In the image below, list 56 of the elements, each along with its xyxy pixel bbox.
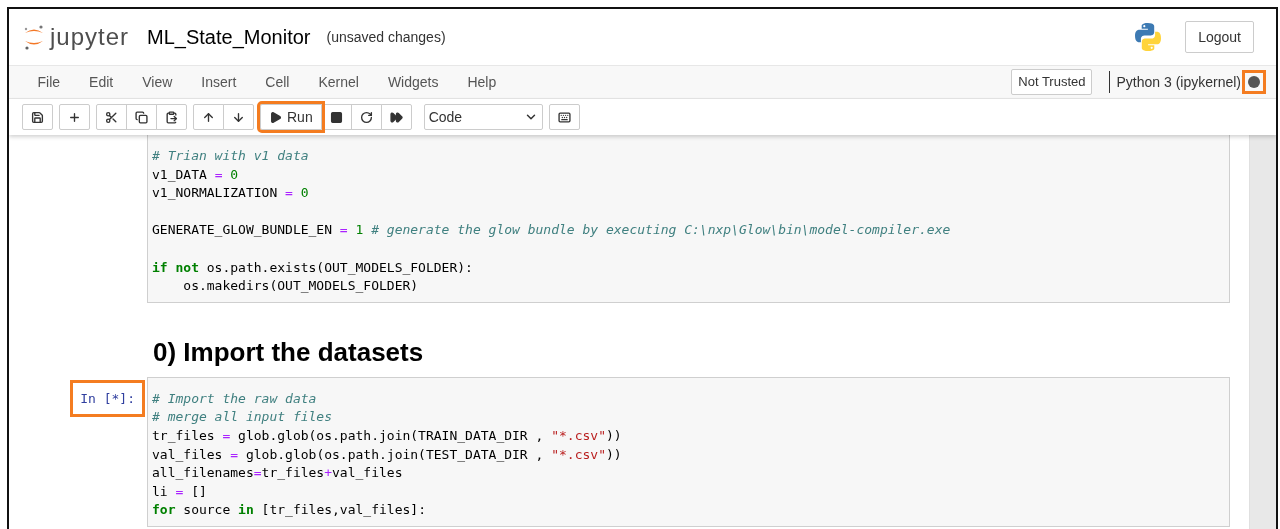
menu-item[interactable]: Widgets xyxy=(373,71,453,93)
code-line: v1_DATA = 0 xyxy=(152,165,239,184)
code-line: li = [] xyxy=(152,482,207,501)
restart-button[interactable] xyxy=(350,104,382,130)
paste-icon xyxy=(165,110,178,124)
code-line: val_files = glob.glob(os.path.join(TEST_DATA_DIR , "*.csv")) xyxy=(152,445,622,464)
code-line: # Trian with v1 data xyxy=(152,147,309,165)
save-icon xyxy=(31,110,44,124)
code-line: # merge all input files xyxy=(152,408,332,427)
menu-item[interactable]: Kernel xyxy=(303,71,374,93)
copy-icon xyxy=(135,110,148,124)
menu-item[interactable]: View xyxy=(127,71,187,93)
code-line: # Import the raw data xyxy=(152,389,317,408)
scrollbar-track[interactable] xyxy=(1249,135,1276,529)
restart-icon xyxy=(359,110,373,124)
fast-forward-icon xyxy=(389,110,403,124)
paste-button[interactable] xyxy=(156,104,187,130)
run-button[interactable]: Run xyxy=(260,104,322,130)
run-all-button[interactable] xyxy=(380,104,412,130)
code-cell-editor[interactable] xyxy=(147,376,1230,527)
save-status: (unsaved changes) xyxy=(326,27,446,47)
play-icon xyxy=(269,110,282,124)
code-line: tr_files = glob.glob(os.path.join(TRAIN_DATA_DIR , "*.csv")) xyxy=(152,426,622,445)
menu-item[interactable]: Insert xyxy=(186,71,251,93)
menu-item[interactable]: Edit xyxy=(74,71,128,93)
copy-button[interactable] xyxy=(126,104,157,130)
scissors-icon xyxy=(105,110,118,124)
add-cell-button[interactable] xyxy=(59,104,90,130)
code-cell-editor[interactable] xyxy=(147,135,1230,303)
keyboard-icon xyxy=(557,110,571,124)
logout-button[interactable]: Logout xyxy=(1185,21,1254,53)
code-line: GENERATE_GLOW_BUNDLE_EN = 1 # generate the glow bundle by executing C:\nxp\Glow\bin\model-compiler.exe xyxy=(152,221,951,240)
menu-item[interactable]: Help xyxy=(452,71,511,93)
cut-button[interactable] xyxy=(96,104,127,130)
plus-icon xyxy=(68,110,81,124)
notebook-title[interactable]: ML_State_Monitor xyxy=(147,22,311,52)
input-prompt: In [*]: xyxy=(73,382,142,415)
cell-type-select[interactable]: Code xyxy=(423,104,543,130)
code-line: if not os.path.exists(OUT_MODELS_FOLDER): xyxy=(152,258,473,277)
move-up-button[interactable] xyxy=(193,104,224,130)
code-line: all_filenames=tr_files+val_files xyxy=(152,464,403,483)
arrow-down-icon xyxy=(232,110,245,124)
keyboard-button[interactable] xyxy=(548,104,580,130)
section-heading: 0) Import the datasets xyxy=(153,335,425,369)
code-line: v1_NORMALIZATION = 0 xyxy=(152,184,309,203)
move-down-button[interactable] xyxy=(223,104,254,130)
trust-indicator[interactable]: Not Trusted xyxy=(1011,69,1093,95)
code-line: os.makedirs(OUT_MODELS_FOLDER) xyxy=(182,277,419,296)
save-button[interactable] xyxy=(22,104,53,130)
jupyter-wordmark[interactable]: jupyter xyxy=(50,19,130,55)
menu-item[interactable]: Cell xyxy=(250,71,304,93)
menu-item[interactable]: File xyxy=(23,71,75,93)
stop-icon xyxy=(329,110,343,124)
kernel-name[interactable]: Python 3 (ipykernel) xyxy=(1116,71,1241,93)
code-line: for source in [tr_files,val_files]: xyxy=(152,501,426,520)
arrow-up-icon xyxy=(202,110,215,124)
